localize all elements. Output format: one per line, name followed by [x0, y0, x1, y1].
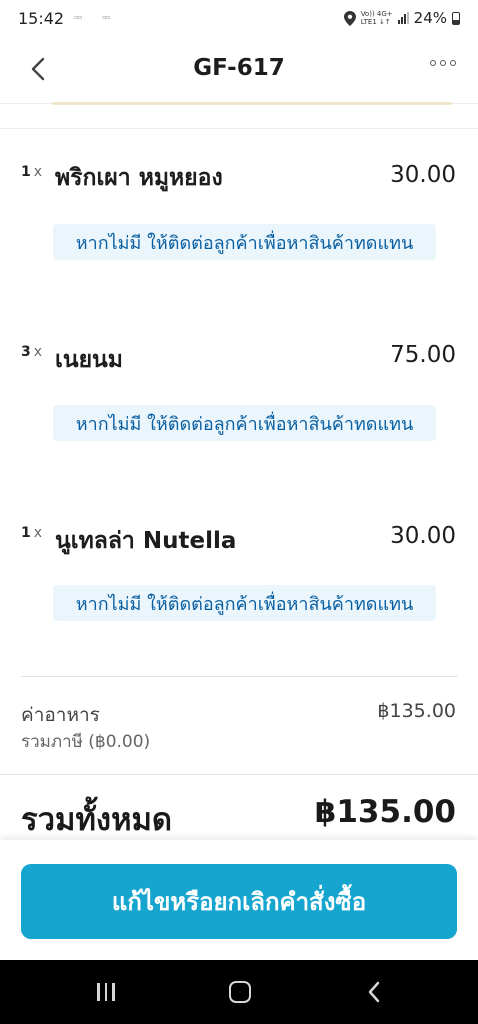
- item-name: พริกเผา หมูหยอง: [55, 165, 223, 191]
- item-price: 30.00: [390, 162, 456, 188]
- item-price: 30.00: [390, 523, 456, 549]
- header: GF-617: [0, 36, 478, 100]
- more-options-icon[interactable]: [430, 60, 456, 66]
- notification-icon: ▫▫: [74, 14, 83, 21]
- recent-apps-icon: [97, 983, 115, 1001]
- item-price: 75.00: [390, 342, 456, 368]
- home-icon: [229, 981, 251, 1003]
- section-divider: [0, 128, 478, 129]
- notification-icon: ▫▫: [102, 14, 111, 21]
- signal-icon: [397, 12, 409, 24]
- bottom-action-bar: แก้ไขหรือยกเลิกคำสั่งซื้อ: [0, 840, 478, 960]
- back-icon[interactable]: [26, 56, 52, 82]
- edit-or-cancel-order-button[interactable]: แก้ไขหรือยกเลิกคำสั่งซื้อ: [21, 864, 457, 939]
- tax-label: รวมภาษี (฿0.00): [21, 732, 151, 752]
- status-left: 15:42 ▫▫ ▫▫: [18, 9, 120, 28]
- item-name: เนยนม: [55, 347, 123, 373]
- item-quantity: 3x: [21, 344, 43, 360]
- status-time: 15:42: [18, 8, 65, 28]
- scroll-indicator: [52, 102, 452, 105]
- network-indicator: Vo)) 4G+ LTE1 ↓↑: [360, 10, 393, 26]
- home-button[interactable]: [200, 960, 280, 1024]
- item-quantity: 1x: [21, 525, 43, 541]
- system-nav-bar: [0, 960, 478, 1024]
- battery-percent: 24%: [413, 9, 447, 27]
- back-button[interactable]: [334, 960, 414, 1024]
- back-nav-icon: [368, 981, 380, 1003]
- location-icon: [343, 10, 356, 26]
- total-value: ฿135.00: [314, 794, 456, 830]
- item-note: หากไม่มี ให้ติดต่อลูกค้าเพื่อหาสินค้าทดแ…: [53, 224, 436, 260]
- food-cost-value: ฿135.00: [377, 700, 456, 722]
- food-cost-label: ค่าอาหาร: [21, 704, 100, 726]
- status-right: Vo)) 4G+ LTE1 ↓↑ 24%: [343, 9, 460, 27]
- item-note: หากไม่มี ให้ติดต่อลูกค้าเพื่อหาสินค้าทดแ…: [53, 585, 436, 621]
- battery-icon: [452, 11, 460, 25]
- page-title: GF-617: [193, 55, 285, 81]
- recent-apps-button[interactable]: [66, 960, 146, 1024]
- summary-divider: [21, 676, 458, 677]
- item-note: หากไม่มี ให้ติดต่อลูกค้าเพื่อหาสินค้าทดแ…: [53, 405, 436, 441]
- item-name: นูเทลล่า Nutella: [55, 528, 237, 554]
- total-divider: [0, 774, 478, 775]
- status-bar: 15:42 ▫▫ ▫▫ Vo)) 4G+ LTE1 ↓↑ 24%: [0, 0, 478, 36]
- item-quantity: 1x: [21, 164, 43, 180]
- total-label: รวมทั้งหมด: [21, 802, 173, 838]
